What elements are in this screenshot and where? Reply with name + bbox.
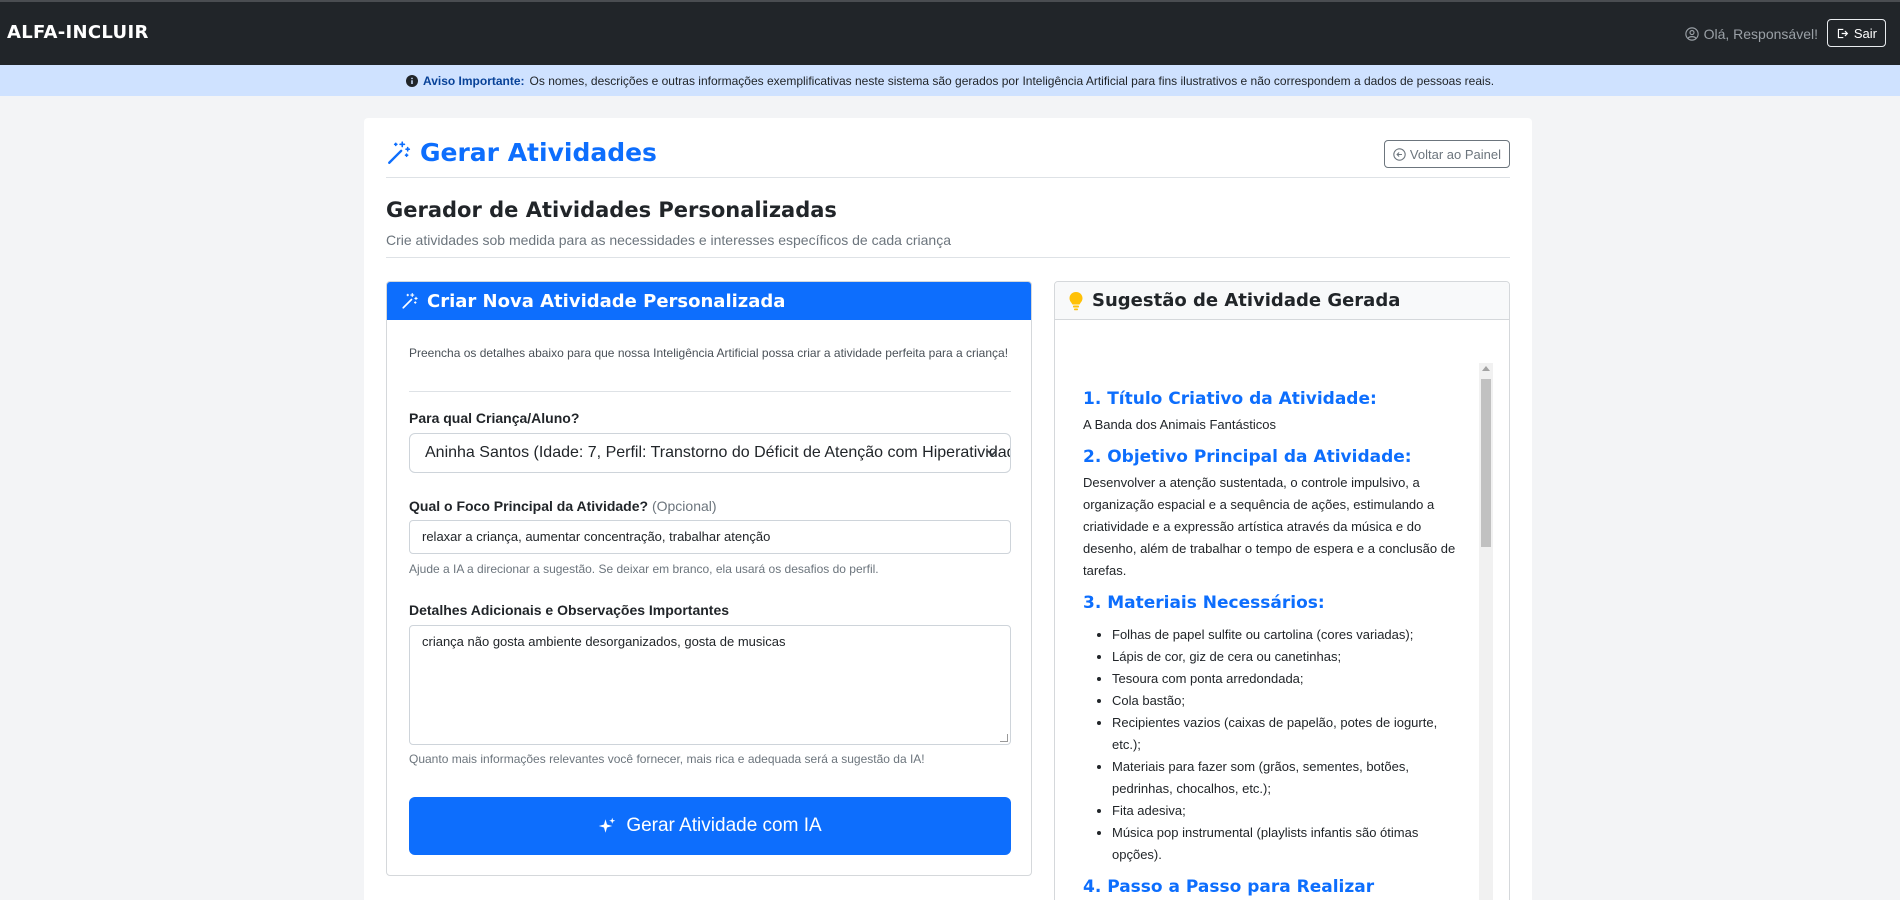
optional-hint: (Opcional) [651, 498, 717, 514]
suggestion-header: Sugestão de Atividade Gerada [1055, 282, 1509, 320]
suggestion-content: 1. Título Criativo da Atividade: A Banda… [1083, 386, 1463, 900]
generate-label: Gerar Atividade com IA [626, 815, 822, 836]
details-help-text: Quanto mais informações relevantes você … [409, 752, 925, 766]
chevron-down-icon [987, 450, 997, 457]
magic-wand-icon [402, 292, 418, 309]
list-item: Materiais para fazer som (grãos, semente… [1112, 756, 1463, 800]
form-intro: Preencha os detalhes abaixo para que nos… [409, 346, 1009, 360]
alert-text: Os nomes, descrições e outras informaçõe… [529, 73, 1495, 88]
materials-list: Folhas de papel sulfite ou cartolina (co… [1083, 624, 1463, 866]
logout-button[interactable]: Sair [1826, 19, 1886, 47]
alert-title: Aviso Importante: [422, 73, 525, 88]
list-item: Recipientes vazios (caixas de papelão, p… [1112, 712, 1463, 756]
page-title-text: Gerar Atividades [420, 138, 657, 167]
back-label: Voltar ao Painel [1409, 146, 1501, 162]
brand-logo[interactable]: ALFA-INCLUIR [7, 22, 149, 43]
lightbulb-icon [1069, 291, 1083, 310]
navbar: ALFA-INCLUIR Olá, Responsável! Sair [0, 0, 1900, 65]
activity-objective-text: Desenvolver a atenção sustentada, o cont… [1083, 475, 1456, 578]
details-textarea[interactable]: criança não gosta ambiente desorganizado… [409, 625, 1011, 745]
page-header: Gerar Atividades Voltar ao Painel [386, 138, 1510, 178]
info-icon [405, 74, 418, 87]
magic-wand-icon [388, 140, 411, 164]
scroll-up-icon[interactable] [1482, 366, 1490, 371]
section-heading: 3. Materiais Necessários: [1083, 593, 1325, 613]
logout-icon [1837, 28, 1849, 38]
activity-title-text: A Banda dos Animais Fantásticos [1083, 417, 1276, 432]
sparkles-icon [599, 817, 616, 833]
list-item: Fita adesiva; [1112, 800, 1463, 822]
focus-input[interactable]: relaxar a criança, aumentar concentração… [409, 520, 1011, 554]
scrollbar-thumb[interactable] [1481, 379, 1491, 547]
main-card: Gerar Atividades Voltar ao Painel Gerado… [364, 118, 1532, 900]
scrollbar[interactable] [1479, 363, 1493, 900]
form-header: Criar Nova Atividade Personalizada [387, 282, 1031, 320]
suggestion-card: Sugestão de Atividade Gerada 1. Título C… [1054, 281, 1510, 900]
logout-label: Sair [1853, 25, 1877, 41]
details-label: Detalhes Adicionais e Observações Import… [409, 602, 730, 618]
back-to-dashboard-button[interactable]: Voltar ao Painel [1383, 140, 1510, 168]
user-greeting: Olá, Responsável! [1703, 26, 1818, 42]
child-select-value: Aninha Santos (Idade: 7, Perfil: Transto… [425, 444, 1011, 461]
list-item: Cola bastão; [1112, 690, 1463, 712]
section-subtitle: Crie atividades sob medida para as neces… [386, 232, 951, 248]
divider [386, 257, 1510, 258]
focus-label: Qual o Foco Principal da Atividade? (Opc… [409, 498, 717, 514]
arrow-left-circle-icon [1393, 147, 1406, 161]
list-item: Música pop instrumental (playlists infan… [1112, 822, 1463, 866]
focus-help-text: Ajude a IA a direcionar a sugestão. Se d… [409, 562, 879, 576]
page-title: Gerar Atividades [386, 138, 657, 167]
form-header-title: Criar Nova Atividade Personalizada [427, 290, 786, 312]
section-heading: 1. Título Criativo da Atividade: [1083, 389, 1377, 409]
section-title: Gerador de Atividades Personalizadas [386, 198, 837, 222]
list-item: Folhas de papel sulfite ou cartolina (co… [1112, 624, 1463, 646]
list-item: Lápis de cor, giz de cera ou canetinhas; [1112, 646, 1463, 668]
section-heading: 4. Passo a Passo para Realizar [1083, 877, 1375, 897]
divider [409, 391, 1011, 392]
resize-handle[interactable] [1000, 734, 1008, 742]
info-alert: Aviso Importante: Os nomes, descrições e… [0, 65, 1900, 96]
focus-label-text: Qual o Foco Principal da Atividade? [409, 498, 649, 514]
details-value: criança não gosta ambiente desorganizado… [422, 634, 786, 649]
section-heading: 2. Objetivo Principal da Atividade: [1083, 447, 1412, 467]
user-circle-icon [1684, 27, 1699, 41]
child-select[interactable]: Aninha Santos (Idade: 7, Perfil: Transto… [409, 433, 1011, 473]
child-select-label: Para qual Criança/Aluno? [409, 410, 580, 426]
list-item: Tesoura com ponta arredondada; [1112, 668, 1463, 690]
generate-activity-button[interactable]: Gerar Atividade com IA [409, 797, 1011, 855]
suggestion-header-title: Sugestão de Atividade Gerada [1092, 290, 1401, 311]
user-menu[interactable]: Olá, Responsável! [1684, 26, 1818, 42]
activity-form-card: Criar Nova Atividade Personalizada Preen… [386, 281, 1032, 876]
